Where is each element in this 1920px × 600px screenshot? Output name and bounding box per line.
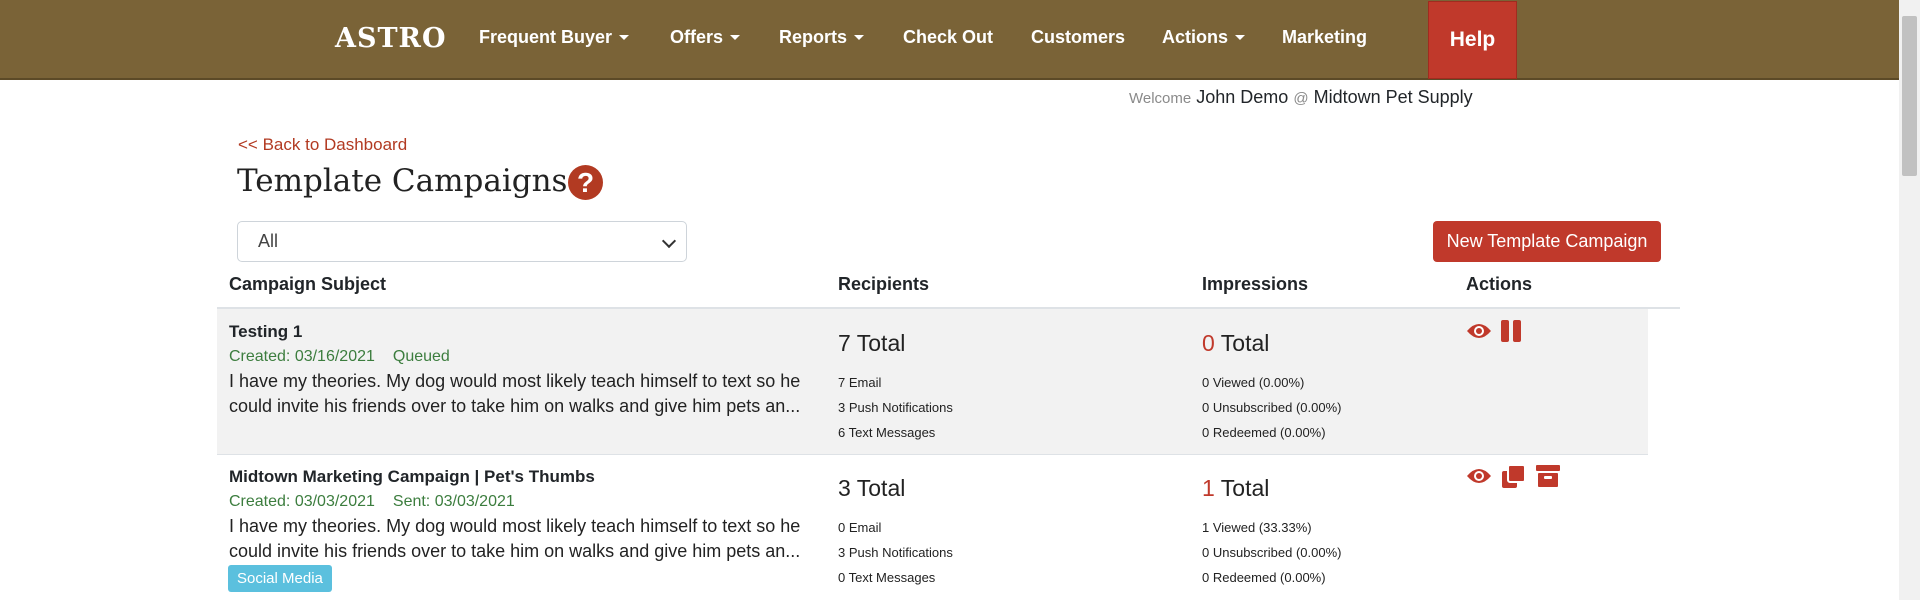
page-scrollbar[interactable]	[1899, 0, 1920, 600]
impressions-total: 0 Total	[1202, 330, 1269, 357]
recipients-push: 3 Push Notifications	[838, 400, 953, 415]
recipients-total: 3 Total	[838, 475, 906, 501]
top-navbar: ASTRO Frequent Buyer Offers Reports Chec…	[0, 0, 1899, 80]
help-button[interactable]: Help	[1428, 1, 1517, 79]
recipients-text: 0 Text Messages	[838, 570, 936, 585]
new-template-campaign-button[interactable]: New Template Campaign	[1433, 221, 1661, 262]
archive-icon[interactable]	[1536, 465, 1560, 487]
caret-down-icon	[854, 35, 865, 40]
welcome-message: Welcome John Demo @ Midtown Pet Supply	[1129, 87, 1473, 108]
brand-logo[interactable]: ASTRO	[335, 23, 447, 54]
nav-item-frequent-buyer[interactable]: Frequent Buyer	[479, 27, 630, 48]
impressions-total-label: Total	[1220, 330, 1270, 356]
page-title: Template Campaigns	[237, 163, 568, 199]
nav-label: Reports	[779, 27, 848, 47]
campaign-meta: Created: 03/03/2021 Sent: 03/03/2021	[229, 493, 515, 511]
recipients-text: 6 Text Messages	[838, 425, 936, 440]
impressions-count: 0	[1202, 330, 1215, 356]
campaign-meta: Created: 03/16/2021 Queued	[229, 348, 450, 366]
scrollbar-thumb[interactable]	[1902, 16, 1917, 176]
impressions-redeemed: 0 Redeemed (0.00%)	[1202, 425, 1326, 440]
caret-down-icon	[619, 35, 630, 40]
recipients-push: 3 Push Notifications	[838, 545, 953, 560]
impressions-total-label: Total	[1220, 475, 1270, 501]
column-header-campaign-subject: Campaign Subject	[229, 274, 387, 294]
nav-label: Frequent Buyer	[479, 27, 613, 47]
column-header-impressions: Impressions	[1202, 274, 1309, 294]
impressions-viewed: 0 Viewed (0.00%)	[1202, 375, 1305, 390]
welcome-prefix: Welcome	[1129, 90, 1192, 107]
campaign-subject[interactable]: Midtown Marketing Campaign | Pet's Thumb…	[229, 467, 595, 487]
campaign-description-line: I have my theories. My dog would most li…	[229, 371, 801, 391]
campaign-description-line: could invite his friends over to take hi…	[229, 396, 801, 416]
impressions-redeemed: 0 Redeemed (0.00%)	[1202, 570, 1326, 585]
nav-item-offers[interactable]: Offers	[670, 27, 741, 48]
caret-down-icon	[730, 35, 741, 40]
pause-icon[interactable]	[1501, 320, 1522, 342]
campaign-description-line: I have my theories. My dog would most li…	[229, 516, 801, 536]
copy-icon[interactable]	[1502, 465, 1525, 488]
impressions-viewed: 1 Viewed (33.33%)	[1202, 520, 1312, 535]
recipients-email: 0 Email	[838, 520, 882, 535]
nav-item-actions[interactable]: Actions	[1162, 27, 1246, 48]
column-header-recipients: Recipients	[838, 274, 930, 294]
welcome-at: @	[1293, 90, 1309, 107]
impressions-unsubscribed: 0 Unsubscribed (0.00%)	[1202, 545, 1342, 560]
created-date: Created: 03/03/2021	[229, 493, 375, 510]
nav-label: Check Out	[903, 27, 994, 47]
eye-icon[interactable]	[1466, 467, 1492, 485]
recipients-total: 7 Total	[838, 330, 906, 356]
recipients-email: 7 Email	[838, 375, 882, 390]
impressions-unsubscribed: 0 Unsubscribed (0.00%)	[1202, 400, 1342, 415]
created-date: Created: 03/16/2021	[229, 348, 375, 365]
impressions-total: 1 Total	[1202, 475, 1269, 502]
nav-label: Offers	[670, 27, 724, 47]
table-row: Testing 1 Created: 03/16/2021 Queued I ha…	[217, 309, 1648, 455]
back-to-dashboard-link[interactable]: << Back to Dashboard	[238, 135, 407, 155]
welcome-store: Midtown Pet Supply	[1313, 87, 1473, 107]
column-header-actions: Actions	[1466, 274, 1533, 294]
table-row: Midtown Marketing Campaign | Pet's Thumb…	[217, 455, 1648, 600]
nav-label: Marketing	[1282, 27, 1368, 47]
impressions-count: 1	[1202, 475, 1215, 501]
filter-selected-value: All	[258, 231, 279, 251]
question-circle-icon[interactable]: ?	[568, 165, 603, 200]
chevron-down-icon	[661, 233, 677, 249]
nav-item-reports[interactable]: Reports	[779, 27, 865, 48]
nav-item-marketing[interactable]: Marketing	[1282, 27, 1367, 48]
campaign-description-line: could invite his friends over to take hi…	[229, 541, 801, 561]
nav-item-check-out[interactable]: Check Out	[903, 27, 993, 48]
nav-label: Actions	[1162, 27, 1229, 47]
caret-down-icon	[1235, 35, 1246, 40]
eye-icon[interactable]	[1466, 322, 1492, 340]
campaign-filter-select[interactable]: All	[237, 221, 687, 262]
nav-item-customers[interactable]: Customers	[1031, 27, 1125, 48]
campaign-status: Queued	[392, 348, 450, 365]
campaign-status: Sent: 03/03/2021	[392, 493, 515, 510]
campaign-subject[interactable]: Testing 1	[229, 322, 302, 342]
tag-badge[interactable]: Social Media	[228, 565, 332, 592]
nav-label: Customers	[1031, 27, 1126, 47]
welcome-user: John Demo	[1196, 87, 1289, 107]
